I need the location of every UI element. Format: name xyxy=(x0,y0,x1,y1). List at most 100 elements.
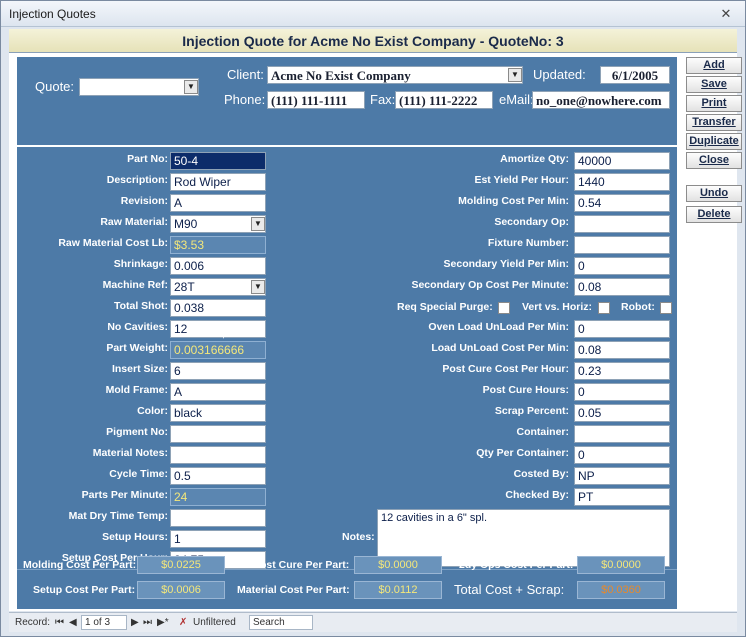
close-button[interactable]: Close xyxy=(686,152,742,169)
chevron-down-icon[interactable]: ▼ xyxy=(508,68,522,82)
close-icon[interactable]: ✕ xyxy=(717,5,735,23)
fixture-number-field[interactable] xyxy=(574,236,670,254)
next-record-icon[interactable]: ▶ xyxy=(131,617,139,628)
delete-button[interactable]: Delete xyxy=(686,206,742,223)
new-record-icon[interactable]: ▶* xyxy=(157,617,169,628)
fax-field[interactable]: (111) 111-2222 xyxy=(395,91,493,109)
cycle-time-label: Cycle Time: xyxy=(109,468,168,480)
duplicate-button[interactable]: Duplicate xyxy=(686,133,742,150)
qty-per-container-field[interactable]: 0 xyxy=(574,446,670,464)
special-purge-checkbox[interactable] xyxy=(498,302,510,314)
record-position[interactable]: 1 of 3 xyxy=(81,615,127,630)
insert-size-field[interactable]: 6 xyxy=(170,362,266,380)
material-notes-field[interactable] xyxy=(170,446,266,464)
add-button[interactable]: Add xyxy=(686,57,742,74)
shrinkage-label: Shrinkage: xyxy=(113,258,168,270)
first-record-icon[interactable]: ⏮ xyxy=(55,617,64,628)
save-button[interactable]: Save xyxy=(686,76,742,93)
part-weight-label: Part Weight: xyxy=(106,342,168,354)
scrap-percent-label: Scrap Percent: xyxy=(494,405,569,417)
quote-header-panel: Quote: ▼ Client: Acme No Exist Company ▼… xyxy=(17,57,677,145)
updated-field[interactable]: 6/1/2005 xyxy=(600,66,670,84)
part-no-label: Part No: xyxy=(127,153,168,165)
description-field[interactable]: Rod Wiper xyxy=(170,173,266,191)
transfer-button[interactable]: Transfer xyxy=(686,114,742,131)
material-cost-part-field: $0.0112 xyxy=(354,581,442,599)
vert-horiz-label: Vert vs. Horiz: xyxy=(522,301,593,313)
insert-size-label: Insert Size: xyxy=(111,363,168,375)
total-shot-field[interactable]: 0.038 xyxy=(170,299,266,317)
mat-dry-time-field[interactable] xyxy=(170,509,266,527)
quote-combo[interactable] xyxy=(79,78,199,96)
special-purge-label: Req Special Purge: xyxy=(397,301,493,313)
mold-frame-label: Mold Frame: xyxy=(105,384,168,396)
est-yield-field[interactable]: 1440 xyxy=(574,173,670,191)
color-label: Color: xyxy=(137,405,168,417)
secondary-op-field[interactable] xyxy=(574,215,670,233)
setup-cost-part-field: $0.0006 xyxy=(137,581,225,599)
material-cost-part-label: Material Cost Per Part: xyxy=(237,584,350,596)
robot-checkbox[interactable] xyxy=(660,302,672,314)
scrap-percent-field[interactable]: 0.05 xyxy=(574,404,670,422)
record-navigator: Record: ⏮ ◀ 1 of 3 ▶ ⏭ ▶* ✗ Unfiltered S… xyxy=(9,612,737,632)
checked-by-label: Checked By: xyxy=(505,489,569,501)
raw-material-cost-label: Raw Material Cost Lb: xyxy=(58,237,168,249)
shrinkage-field[interactable]: 0.006 xyxy=(170,257,266,275)
window-title: Injection Quotes xyxy=(9,7,96,21)
part-no-field[interactable]: 50-4 xyxy=(170,152,266,170)
chevron-down-icon[interactable]: ▼ xyxy=(251,217,265,231)
molding-cost-part-label: Molding Cost Per Part: xyxy=(23,559,137,571)
chevron-down-icon[interactable]: ▼ xyxy=(184,80,198,94)
form-title: Injection Quote for Acme No Exist Compan… xyxy=(182,33,564,49)
post-cure-cost-field[interactable]: 0.23 xyxy=(574,362,670,380)
prev-record-icon[interactable]: ◀ xyxy=(69,617,77,628)
pigment-no-field[interactable] xyxy=(170,425,266,443)
post-cure-part-field: $0.0000 xyxy=(354,556,442,574)
chevron-down-icon[interactable]: ▼ xyxy=(251,280,265,294)
checked-by-field[interactable]: PT xyxy=(574,488,670,506)
undo-button[interactable]: Undo xyxy=(686,185,742,202)
search-input[interactable]: Search xyxy=(249,615,313,630)
phone-field[interactable]: (111) 111-1111 xyxy=(267,91,365,109)
mouse-pointer-icon xyxy=(223,325,230,339)
secondary-op-cost-field[interactable]: 0.08 xyxy=(574,278,670,296)
raw-material-label: Raw Material: xyxy=(100,216,168,228)
updated-label: Updated: xyxy=(533,67,586,82)
pigment-no-label: Pigment No: xyxy=(106,426,168,438)
vert-horiz-checkbox[interactable] xyxy=(598,302,610,314)
post-cure-hours-field[interactable]: 0 xyxy=(574,383,670,401)
ops-cost-part-field: $0.0000 xyxy=(577,556,665,574)
load-unload-cost-field[interactable]: 0.08 xyxy=(574,341,670,359)
costed-by-field[interactable]: NP xyxy=(574,467,670,485)
color-field[interactable]: black xyxy=(170,404,266,422)
amortize-qty-label: Amortize Qty: xyxy=(500,153,569,165)
email-field[interactable]: no_one@nowhere.com xyxy=(532,91,670,109)
secondary-yield-label: Secondary Yield Per Min: xyxy=(443,258,569,270)
filter-icon: ✗ xyxy=(179,617,188,628)
qty-per-container-label: Qty Per Container: xyxy=(476,447,569,459)
oven-load-field[interactable]: 0 xyxy=(574,320,670,338)
post-cure-part-label: Post Cure Per Part: xyxy=(253,559,350,571)
cycle-time-field[interactable]: 0.5 xyxy=(170,467,266,485)
container-field[interactable] xyxy=(574,425,670,443)
client-label: Client: xyxy=(227,67,264,82)
molding-cost-min-field[interactable]: 0.54 xyxy=(574,194,670,212)
revision-field[interactable]: A xyxy=(170,194,266,212)
total-cost-field: $0.0360 xyxy=(577,581,665,599)
description-label: Description: xyxy=(106,174,168,186)
quote-detail-panel: Part No: 50-4 Description: Rod Wiper Rev… xyxy=(17,147,677,569)
filter-status[interactable]: Unfiltered xyxy=(193,617,236,628)
amortize-qty-field[interactable]: 40000 xyxy=(574,152,670,170)
quote-label: Quote: xyxy=(35,79,75,94)
no-cavities-field[interactable]: 12 xyxy=(170,320,266,338)
mold-frame-field[interactable]: A xyxy=(170,383,266,401)
setup-hours-field[interactable]: 1 xyxy=(170,530,266,548)
mat-dry-time-label: Mat Dry Time Temp: xyxy=(68,510,168,522)
print-button[interactable]: Print xyxy=(686,95,742,112)
last-record-icon[interactable]: ⏭ xyxy=(143,617,152,628)
total-shot-label: Total Shot: xyxy=(113,300,168,312)
machine-ref-label: Machine Ref: xyxy=(102,279,168,291)
material-notes-label: Material Notes: xyxy=(92,447,168,459)
secondary-yield-field[interactable]: 0 xyxy=(574,257,670,275)
client-combo[interactable]: Acme No Exist Company xyxy=(267,66,523,84)
